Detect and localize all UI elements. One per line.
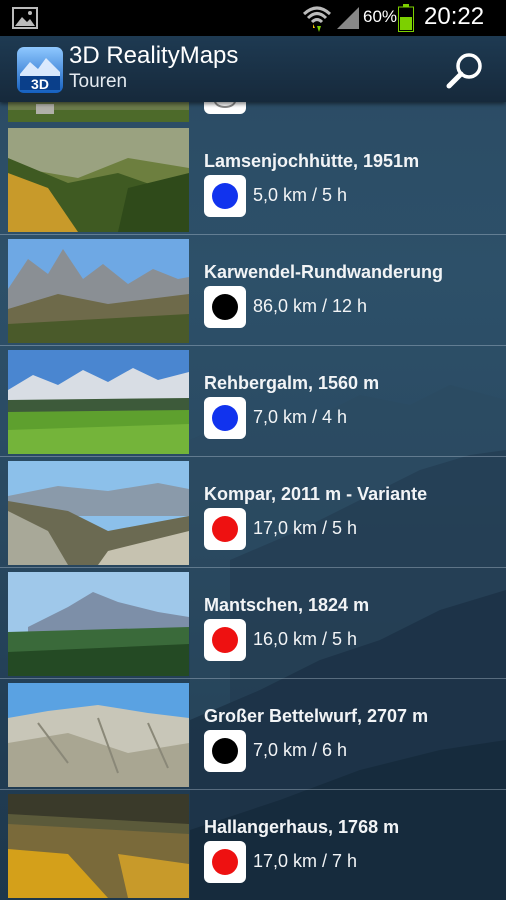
image-notification-icon [12,7,38,29]
tour-thumbnail [8,572,189,676]
tour-name: Hallangerhaus, 1768 m [204,817,400,837]
tour-thumbnail [8,350,189,454]
tour-distance-duration: 17,0 km / 5 h [253,518,358,538]
difficulty-dot [212,405,238,431]
tour-thumbnail [8,128,189,232]
tour-thumbnail [8,102,189,122]
list-item-partial[interactable] [0,102,506,125]
tour-name: Lamsenjochhütte, 1951m [204,151,420,171]
row-divider [0,567,506,568]
action-bar: 3D 3D RealityMaps Touren [0,36,506,102]
row-divider [0,345,506,346]
status-bar: 60% 20:22 [0,0,506,36]
row-divider [0,456,506,457]
app-logo-text: 3D [31,76,49,92]
tour-thumbnail [8,239,189,343]
wifi-icon [302,6,332,32]
tour-thumbnail [8,683,189,787]
tour-name: Rehbergalm, 1560 m [204,373,380,393]
difficulty-dot [212,183,238,209]
tour-thumbnail [8,794,189,898]
tour-list-item[interactable]: Lamsenjochhütte, 1951m 5,0 km / 5 h [0,125,506,235]
difficulty-badge [204,397,246,439]
difficulty-dot [212,738,238,764]
difficulty-badge [204,175,246,217]
difficulty-dot [212,627,238,653]
tour-list-item[interactable]: Mantschen, 1824 m 16,0 km / 5 h [0,569,506,679]
difficulty-badge [204,102,246,114]
tour-distance-duration: 5,0 km / 5 h [253,185,348,205]
difficulty-badge [204,508,246,550]
tour-list[interactable]: Lamsenjochhütte, 1951m 5,0 km / 5 h Karw… [0,102,506,900]
difficulty-badge [204,730,246,772]
signal-icon [337,7,359,29]
battery-icon [398,4,414,32]
battery-percent: 60% [363,7,398,26]
app-title: 3D RealityMaps [69,42,239,69]
difficulty-dot [212,849,238,875]
difficulty-dot [212,516,238,542]
difficulty-badge [204,619,246,661]
tour-name: Karwendel-Rundwanderung [204,262,444,282]
tour-list-item[interactable]: Karwendel-Rundwanderung 86,0 km / 12 h [0,236,506,346]
row-divider [0,234,506,235]
tour-name: Mantschen, 1824 m [204,595,370,615]
tour-list-item[interactable]: Hallangerhaus, 1768 m 17,0 km / 7 h [0,791,506,900]
difficulty-dot [212,294,238,320]
difficulty-badge [204,841,246,883]
clock: 20:22 [424,3,485,30]
tour-name: Großer Bettelwurf, 2707 m [204,706,429,726]
row-divider [0,678,506,679]
difficulty-badge [204,286,246,328]
tour-thumbnail [8,461,189,565]
tour-distance-duration: 17,0 km / 7 h [253,851,358,871]
search-icon[interactable] [442,48,488,94]
tour-list-item[interactable]: Kompar, 2011 m - Variante 17,0 km / 5 h [0,458,506,568]
tour-distance-duration: 7,0 km / 4 h [253,407,348,427]
app-logo-icon[interactable]: 3D [16,46,64,94]
tour-list-item[interactable]: Großer Bettelwurf, 2707 m 7,0 km / 6 h [0,680,506,790]
tour-distance-duration: 86,0 km / 12 h [253,296,368,316]
tour-name: Kompar, 2011 m - Variante [204,484,428,504]
row-divider [0,789,506,790]
app-subtitle: Touren [69,71,128,92]
tour-list-item[interactable]: Rehbergalm, 1560 m 7,0 km / 4 h [0,347,506,457]
tour-distance-duration: 16,0 km / 5 h [253,629,358,649]
tour-distance-duration: 7,0 km / 6 h [253,740,348,760]
